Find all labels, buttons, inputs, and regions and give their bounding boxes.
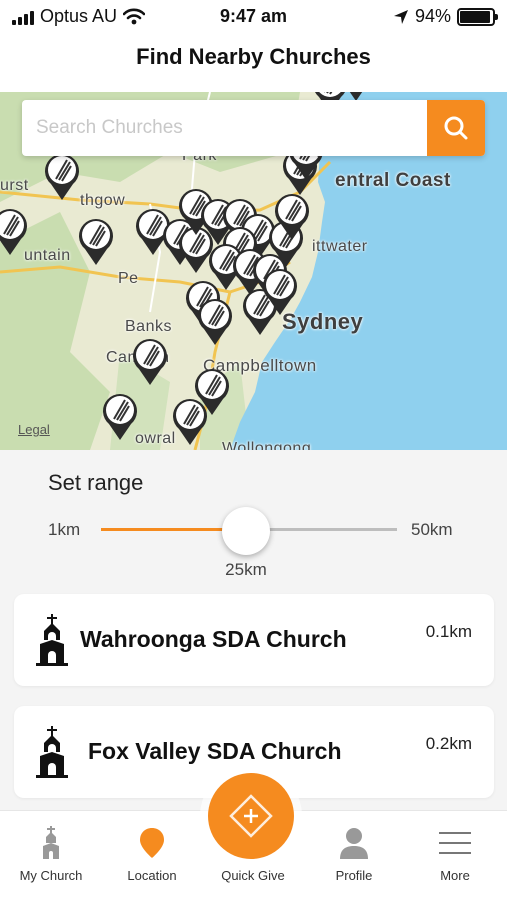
status-bar: Optus AU 9:47 am 94%: [0, 0, 507, 34]
tab-label: More: [440, 868, 470, 883]
quick-give-button[interactable]: [208, 773, 294, 859]
church-map-pin[interactable]: [0, 206, 29, 256]
map-label-penrith: Pe: [118, 270, 139, 287]
range-max-label: 50km: [411, 520, 453, 539]
church-icon: [36, 614, 68, 666]
tab-label: Profile: [335, 868, 373, 883]
tab-profile[interactable]: Profile: [304, 811, 404, 900]
map-label-wollongong: Wollongong: [222, 440, 312, 450]
map-label-hurst: urst: [0, 177, 29, 194]
church-map-pin[interactable]: [261, 266, 299, 316]
search-input[interactable]: [22, 100, 427, 156]
person-icon: [340, 828, 368, 859]
header: Find Nearby Churches: [0, 34, 507, 92]
battery-percent: 94%: [414, 6, 451, 26]
church-icon: [43, 826, 59, 859]
tab-icon-wrapper: [1, 825, 101, 861]
tab-more[interactable]: More: [405, 811, 505, 900]
church-map-pin[interactable]: [171, 396, 209, 446]
map-pin-icon: [140, 828, 164, 858]
tab-label: My Church: [19, 868, 83, 883]
give-diamond-icon: [229, 794, 273, 838]
location-arrow-icon: [393, 9, 408, 24]
map-legal-link[interactable]: Legal: [18, 422, 50, 437]
tab-label: Quick Give: [221, 868, 285, 883]
range-min-label: 1km: [48, 520, 81, 539]
church-map-pin[interactable]: [131, 336, 169, 386]
battery-icon: [457, 7, 498, 26]
map-label-lithgow: thgow: [80, 192, 126, 209]
church-map-pin[interactable]: [77, 216, 115, 266]
church-map-pin[interactable]: [101, 391, 139, 441]
church-map-pin[interactable]: [273, 191, 311, 241]
map-label-mountains: untain: [24, 247, 71, 264]
tab-icon-wrapper: [405, 825, 505, 861]
range-panel: Set range 1km 25km 50km: [0, 450, 507, 590]
map-label-bowral: owral: [135, 430, 176, 447]
church-name: Fox Valley SDA Church: [88, 738, 342, 764]
range-title: Set range: [48, 470, 144, 495]
map-label-banks: Banks: [125, 318, 172, 335]
map-label-pittwater: ittwater: [312, 238, 368, 255]
map-label-central-coast: entral Coast: [335, 170, 451, 191]
church-distance: 0.1km: [425, 622, 472, 641]
page-title: Find Nearby Churches: [136, 44, 371, 69]
church-name: Wahroonga SDA Church: [80, 626, 347, 652]
status-right: 94%: [393, 6, 498, 27]
church-map-pin[interactable]: [43, 151, 81, 201]
church-list-item[interactable]: Wahroonga SDA Church 0.1km: [14, 594, 494, 686]
tab-icon-wrapper: [304, 825, 404, 861]
search-icon: [444, 116, 468, 140]
church-map-pin[interactable]: [196, 296, 234, 346]
search-button[interactable]: [427, 100, 485, 156]
tab-label: Location: [127, 868, 177, 883]
tab-icon-wrapper: [102, 825, 202, 861]
church-distance: 0.2km: [425, 734, 472, 753]
range-slider-thumb[interactable]: [221, 507, 270, 555]
battery-fill: [460, 10, 491, 23]
tab-my-church[interactable]: My Church: [1, 811, 101, 900]
range-value-label: 25km: [225, 560, 267, 579]
search-bar: [22, 100, 485, 156]
church-icon: [36, 726, 68, 778]
menu-icon: [439, 832, 471, 854]
tab-location[interactable]: Location: [102, 811, 202, 900]
